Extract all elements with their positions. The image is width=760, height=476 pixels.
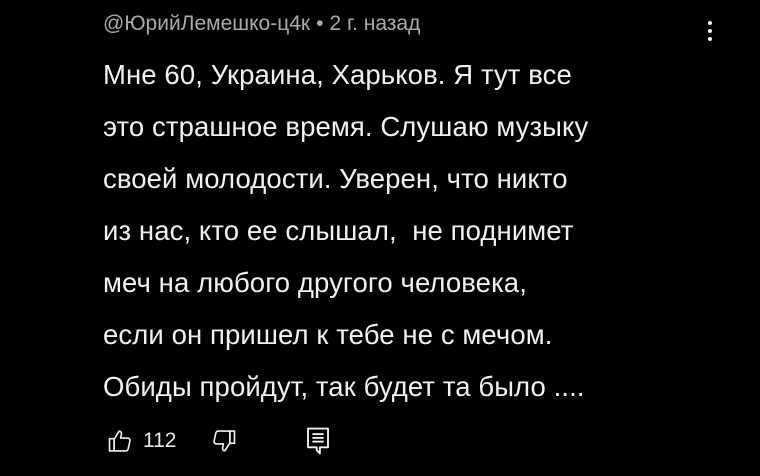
comment-text-line: это страшное время. Слушаю музыку: [103, 111, 589, 142]
thumb-up-icon: [108, 430, 131, 452]
more-vertical-icon: [708, 21, 712, 25]
comment: @ЮрийЛемешко-ц4к • 2 г. назад Мне 60, Ук…: [0, 0, 760, 476]
comment-text-line: меч на любого другого человека,: [103, 267, 527, 298]
reply-comment-icon: [307, 427, 329, 455]
dislike-button[interactable]: [207, 424, 241, 458]
comment-text: Мне 60, Украина, Харьков. Я тут все это …: [103, 57, 723, 421]
comment-header: @ЮрийЛемешко-ц4к • 2 г. назад: [103, 9, 420, 39]
comment-text-line: Обиды пройдут, так будет та было ....: [103, 371, 585, 402]
thumb-down-icon: [213, 430, 236, 452]
comment-text-line: если он пришел к тебе не с мечом.: [103, 319, 553, 350]
comment-text-line: из нас, кто ее слышал, не поднимет: [103, 215, 574, 246]
more-options-button[interactable]: [700, 16, 720, 46]
comment-timestamp[interactable]: 2 г. назад: [329, 12, 420, 36]
author-name[interactable]: @ЮрийЛемешко-ц4к: [103, 12, 310, 36]
comment-text-line: своей молодости. Уверен, что никто: [103, 163, 568, 194]
comment-text-line: Мне 60, Украина, Харьков. Я тут все: [103, 59, 572, 90]
like-button[interactable]: [103, 424, 137, 458]
like-count: 112: [143, 429, 177, 452]
meta-separator: •: [316, 12, 324, 35]
comment-actions: 112: [103, 424, 333, 458]
reply-button[interactable]: [303, 424, 333, 458]
